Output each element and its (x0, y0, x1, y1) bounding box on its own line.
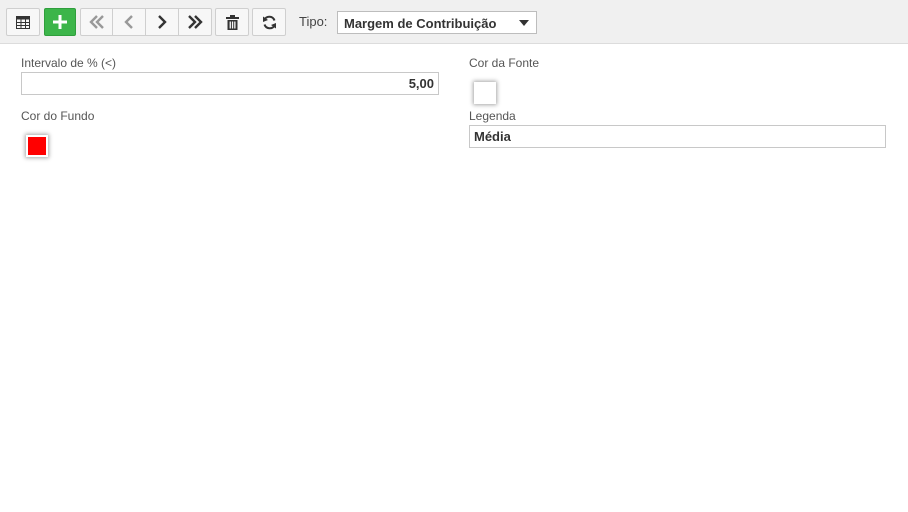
table-icon (16, 15, 30, 29)
bg-color-label: Cor do Fundo (21, 109, 95, 123)
last-record-button[interactable] (179, 8, 212, 36)
double-chevron-left-icon (88, 15, 105, 29)
delete-button[interactable] (215, 8, 249, 36)
caret-down-icon (519, 20, 529, 26)
add-button[interactable] (44, 8, 76, 36)
tipo-selected-value: Margem de Contribuição (344, 16, 497, 31)
refresh-icon (262, 15, 277, 30)
grid-view-button[interactable] (6, 8, 40, 36)
toolbar: Tipo: Margem de Contribuição (0, 0, 908, 44)
next-record-button[interactable] (146, 8, 179, 36)
tipo-label: Tipo: (299, 14, 328, 29)
refresh-button[interactable] (252, 8, 286, 36)
font-color-picker[interactable] (474, 82, 496, 104)
legend-label: Legenda (469, 109, 516, 123)
first-record-button[interactable] (80, 8, 113, 36)
tipo-select[interactable]: Margem de Contribuição (337, 11, 537, 34)
plus-icon (53, 15, 67, 29)
font-color-label: Cor da Fonte (469, 56, 540, 70)
navigation-button-group (80, 8, 212, 36)
previous-record-button[interactable] (113, 8, 146, 36)
trash-icon (225, 14, 239, 30)
interval-input[interactable]: 5,00 (21, 72, 439, 95)
interval-label: Intervalo de % (<) (21, 56, 117, 70)
bg-color-picker[interactable] (26, 135, 48, 157)
chevron-right-icon (157, 15, 167, 29)
legend-input[interactable]: Média (469, 125, 886, 148)
double-chevron-right-icon (187, 15, 203, 29)
interval-value: 5,00 (408, 76, 434, 91)
legend-value: Média (474, 129, 511, 144)
chevron-left-icon (124, 15, 134, 29)
